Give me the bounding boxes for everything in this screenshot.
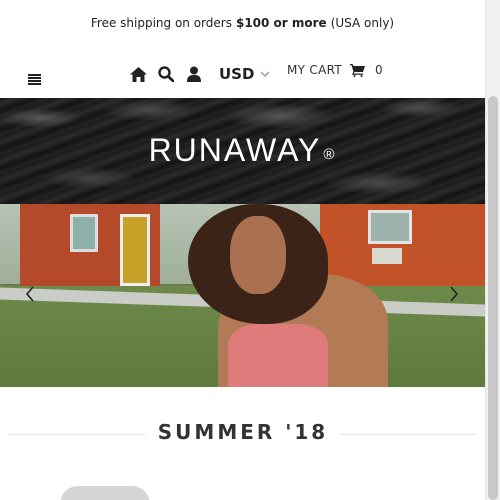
cart-link[interactable]: MY CART 0 (287, 63, 383, 77)
divider (8, 434, 146, 435)
scrollbar[interactable] (485, 0, 500, 500)
collection-heading: SUMMER '18 (0, 418, 485, 448)
hero-slideshow[interactable] (0, 204, 485, 387)
hamburger-icon (27, 70, 41, 89)
page: Free shipping on orders $100 or more (US… (0, 0, 485, 500)
home-icon[interactable] (125, 64, 151, 84)
brand-banner: RUNAWAY ® (0, 98, 485, 204)
brand-logo[interactable]: RUNAWAY ® (0, 132, 485, 169)
chevron-left-icon[interactable] (22, 284, 38, 304)
divider (340, 434, 476, 435)
hero-building-left (20, 204, 160, 292)
chevron-right-icon[interactable] (446, 284, 462, 304)
menu-button[interactable] (10, 58, 58, 101)
hero-model-face (230, 216, 286, 294)
hero-door (120, 214, 150, 286)
hero-model-swimsuit (228, 324, 328, 387)
hero-window (70, 214, 98, 252)
search-icon[interactable] (153, 64, 179, 84)
announcement-bar: Free shipping on orders $100 or more (US… (0, 0, 485, 46)
currency-selector[interactable]: USD (219, 65, 271, 83)
announcement-prefix: Free shipping on orders (90, 16, 232, 30)
announcement-suffix: (USA only) (330, 16, 395, 30)
cart-count: 0 (374, 63, 383, 77)
hero-model (188, 204, 388, 387)
announcement-highlight: $100 or more (235, 16, 327, 30)
cart-icon (349, 63, 365, 77)
chevron-down-icon (260, 70, 271, 78)
user-icon[interactable] (181, 64, 207, 84)
brand-logo-text: RUNAWAY (148, 132, 322, 168)
nav-icon-group: USD (125, 62, 271, 86)
scrollbar-thumb[interactable] (488, 96, 498, 500)
registered-mark: ® (323, 146, 337, 163)
cart-label: MY CART (287, 63, 342, 77)
product-thumbnail[interactable] (60, 486, 150, 500)
currency-value: USD (219, 65, 255, 83)
top-navigation: USD MY CART 0 (0, 50, 485, 101)
section-title: SUMMER '18 (157, 420, 329, 444)
